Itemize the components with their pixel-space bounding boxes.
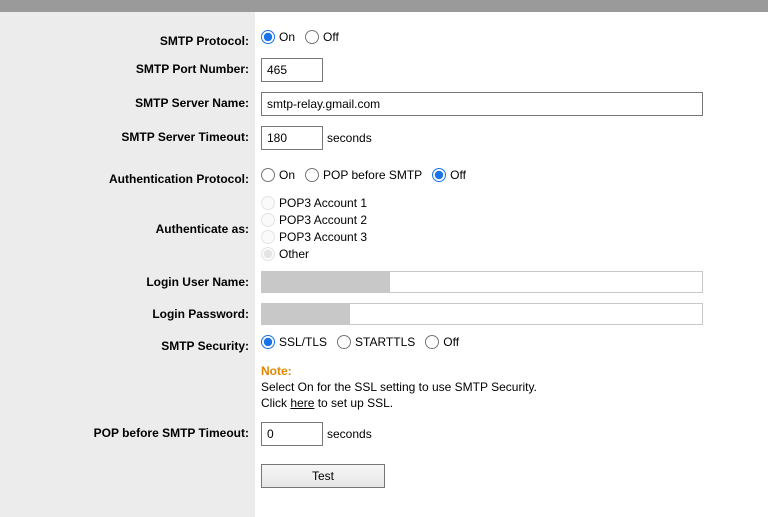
label-login-user: Login User Name:	[0, 271, 255, 289]
label-smtp-protocol: SMTP Protocol:	[0, 30, 255, 48]
label-authenticate-as: Authenticate as:	[0, 196, 255, 236]
settings-form: SMTP Protocol: On Off SMTP Port Number: …	[0, 12, 768, 488]
security-starttls[interactable]: STARTTLS	[337, 335, 415, 349]
option-label: Other	[279, 247, 309, 261]
option-label: POP3 Account 2	[279, 213, 367, 227]
pop-timeout-input[interactable]	[261, 422, 323, 446]
option-label: Off	[443, 335, 459, 349]
label-pop-timeout: POP before SMTP Timeout:	[0, 422, 255, 440]
option-label: On	[279, 30, 295, 44]
label-test-spacer	[0, 464, 255, 482]
option-label: POP before SMTP	[323, 168, 422, 182]
ssl-setup-link[interactable]: here	[290, 396, 314, 410]
note-title: Note:	[261, 363, 537, 379]
label-smtp-timeout: SMTP Server Timeout:	[0, 126, 255, 144]
login-password-input	[261, 303, 703, 325]
seconds-suffix: seconds	[327, 131, 372, 145]
auth-as-pop3-2: POP3 Account 2	[261, 213, 367, 227]
smtp-server-input[interactable]	[261, 92, 703, 116]
smtp-port-input[interactable]	[261, 58, 323, 82]
auth-as-other: Other	[261, 247, 367, 261]
option-label: SSL/TLS	[279, 335, 327, 349]
note-line2: Click here to set up SSL.	[261, 395, 537, 411]
login-user-input	[261, 271, 703, 293]
seconds-suffix: seconds	[327, 427, 372, 441]
smtp-protocol-off[interactable]: Off	[305, 30, 339, 44]
smtp-protocol-on[interactable]: On	[261, 30, 295, 44]
option-label: Off	[323, 30, 339, 44]
option-label: POP3 Account 3	[279, 230, 367, 244]
smtp-timeout-input[interactable]	[261, 126, 323, 150]
security-ssl-tls[interactable]: SSL/TLS	[261, 335, 327, 349]
label-smtp-server: SMTP Server Name:	[0, 92, 255, 110]
label-login-pw: Login Password:	[0, 303, 255, 321]
auth-protocol-pop[interactable]: POP before SMTP	[305, 168, 422, 182]
option-label: On	[279, 168, 295, 182]
label-smtp-port: SMTP Port Number:	[0, 58, 255, 76]
option-label: Off	[450, 168, 466, 182]
test-button[interactable]: Test	[261, 464, 385, 488]
label-smtp-security: SMTP Security:	[0, 335, 255, 353]
auth-protocol-on[interactable]: On	[261, 168, 295, 182]
option-label: POP3 Account 1	[279, 196, 367, 210]
auth-as-pop3-1: POP3 Account 1	[261, 196, 367, 210]
security-note: Note: Select On for the SSL setting to u…	[261, 363, 537, 412]
label-auth-protocol: Authentication Protocol:	[0, 168, 255, 186]
note-line1: Select On for the SSL setting to use SMT…	[261, 379, 537, 395]
auth-as-pop3-3: POP3 Account 3	[261, 230, 367, 244]
auth-protocol-off[interactable]: Off	[432, 168, 466, 182]
top-gray-bar	[0, 0, 768, 12]
security-off[interactable]: Off	[425, 335, 459, 349]
label-note-spacer	[0, 363, 255, 381]
option-label: STARTTLS	[355, 335, 415, 349]
